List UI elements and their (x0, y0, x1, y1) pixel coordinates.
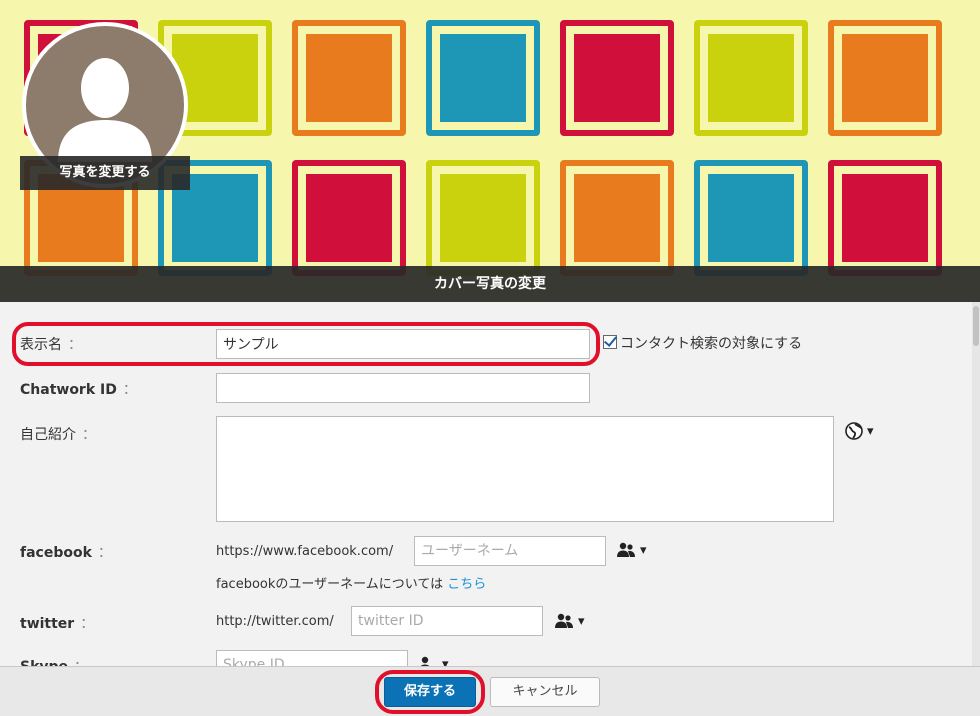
chatwork-id-input[interactable] (216, 373, 590, 403)
bio-textarea[interactable] (216, 416, 834, 522)
caret-down-icon: ▾ (640, 542, 647, 558)
cover-tile (828, 20, 942, 136)
contact-search-label[interactable]: コンタクト検索の対象にする (620, 333, 802, 353)
twitter-url-prefix: http://twitter.com/ (216, 614, 334, 629)
twitter-label-text: twitter (20, 616, 75, 632)
change-cover-button[interactable]: カバー写真の変更 (0, 266, 980, 302)
colon: ： (82, 427, 96, 443)
bio-label-text: 自己紹介 (20, 427, 76, 443)
save-button[interactable]: 保存する (384, 677, 476, 707)
facebook-label-text: facebook (20, 545, 92, 561)
chatwork-id-label-text: Chatwork ID (20, 382, 117, 398)
cover-photo: カバー写真の変更 写真を変更する (0, 0, 980, 302)
twitter-visibility-button[interactable]: ▾ (554, 613, 585, 629)
globe-icon (845, 422, 863, 440)
cover-tile (426, 20, 540, 136)
cover-tile (828, 160, 942, 276)
twitter-id-input[interactable] (351, 606, 543, 636)
cover-tile (426, 160, 540, 276)
colon: ： (122, 382, 137, 398)
colon: ： (68, 337, 82, 353)
facebook-label: facebook ： (20, 542, 112, 562)
bio-visibility-button[interactable]: ▾ (845, 422, 874, 440)
change-photo-button[interactable]: 写真を変更する (20, 156, 190, 190)
bio-label: 自己紹介 ： (20, 424, 96, 444)
chatwork-id-label: Chatwork ID ： (20, 379, 137, 399)
contact-search-checkbox[interactable] (603, 335, 617, 349)
facebook-help-text: facebookのユーザーネームについては こちら (216, 573, 486, 592)
display-name-label: 表示名 ： (20, 334, 82, 354)
facebook-help-link[interactable]: こちら (447, 577, 486, 592)
scrollbar[interactable] (972, 302, 980, 666)
cover-tile (292, 160, 406, 276)
scrollbar-thumb[interactable] (973, 306, 979, 346)
facebook-username-input[interactable] (414, 536, 606, 566)
caret-down-icon: ▾ (578, 613, 585, 629)
cover-tile (292, 20, 406, 136)
colon: ： (97, 545, 112, 561)
display-name-input[interactable] (216, 329, 590, 359)
display-name-label-text: 表示名 (20, 337, 62, 353)
facebook-visibility-button[interactable]: ▾ (616, 542, 647, 558)
facebook-url-prefix: https://www.facebook.com/ (216, 544, 394, 559)
colon: ： (80, 616, 95, 632)
twitter-label: twitter ： (20, 613, 94, 633)
cover-tile (560, 20, 674, 136)
cover-tile (694, 20, 808, 136)
people-icon (617, 542, 635, 557)
people-icon (555, 613, 573, 628)
caret-down-icon: ▾ (867, 423, 874, 439)
cover-tile (560, 160, 674, 276)
facebook-help-label: facebookのユーザーネームについては (216, 577, 444, 592)
cover-tile (694, 160, 808, 276)
cancel-button[interactable]: キャンセル (490, 677, 600, 707)
